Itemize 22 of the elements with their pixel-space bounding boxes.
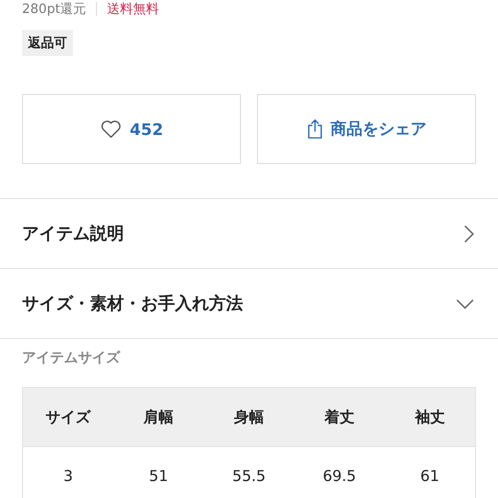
like-button[interactable]: 452	[22, 94, 241, 164]
share-icon	[306, 118, 322, 140]
shipping-text: 送料無料	[107, 1, 160, 18]
heart-icon	[100, 119, 122, 139]
column-header: 袖丈	[384, 388, 475, 446]
column-header: サイズ	[23, 388, 114, 446]
table-cell: 69.5	[294, 446, 385, 498]
table-cell: 61	[384, 446, 475, 498]
table-cell: 3	[23, 446, 114, 498]
column-header: 肩幅	[113, 388, 204, 446]
section-title: サイズ・素材・お手入れ方法	[22, 293, 243, 315]
column-header: 着丈	[294, 388, 385, 446]
table-cell: 55.5	[204, 446, 294, 498]
column-header: 身幅	[204, 388, 294, 446]
accordion-row[interactable]: サイズ・素材・お手入れ方法	[0, 269, 498, 339]
table-cell: 51	[113, 446, 204, 498]
section-subtitle: アイテムサイズ	[22, 349, 122, 367]
share-button[interactable]: 商品をシェア	[257, 94, 476, 164]
accordion-row[interactable]: アイテム説明	[0, 199, 498, 269]
section-title: アイテム説明	[22, 223, 124, 245]
tag: 返品可	[22, 30, 73, 56]
points-text: 280pt還元	[22, 1, 86, 18]
